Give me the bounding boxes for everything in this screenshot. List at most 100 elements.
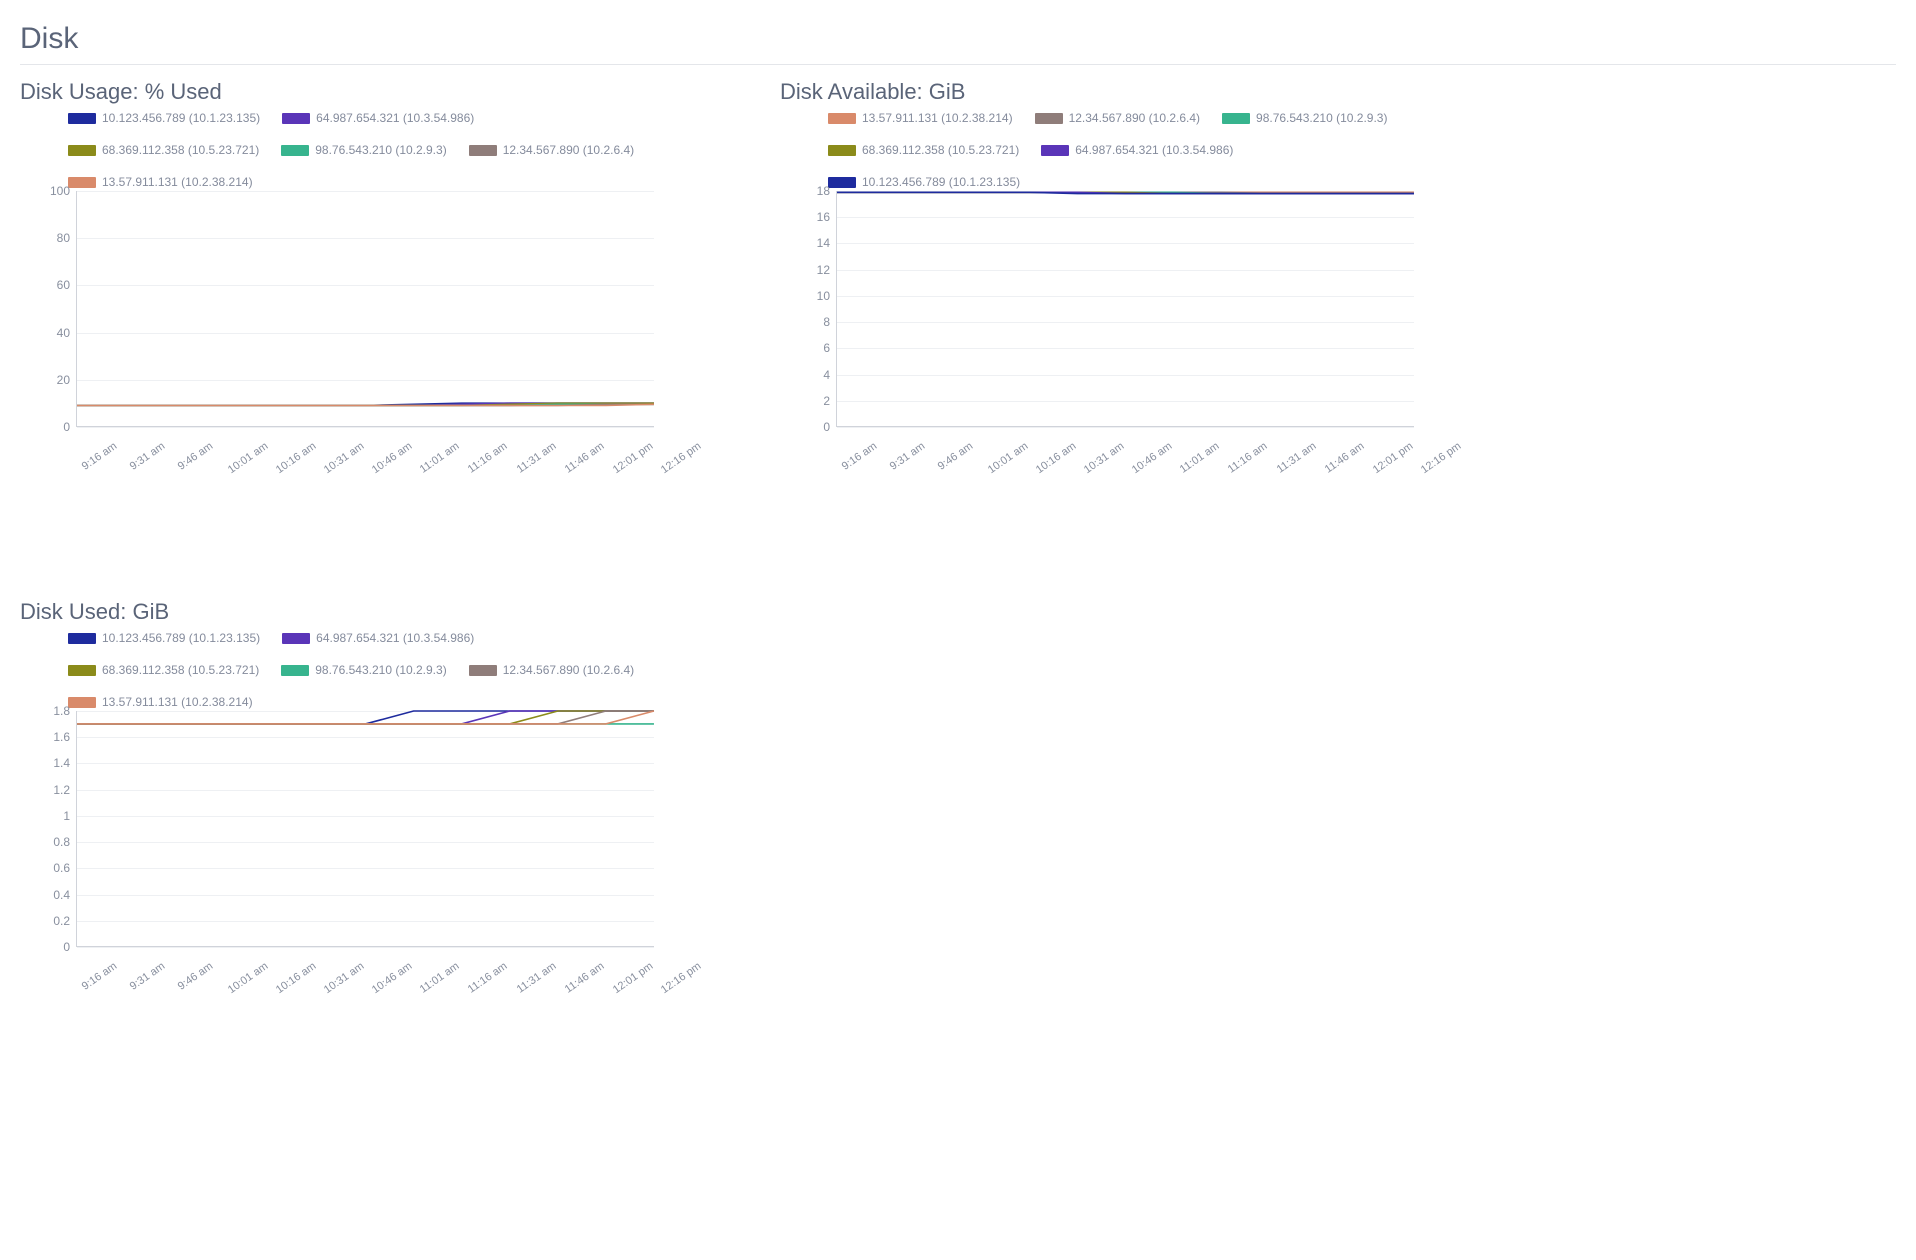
legend-swatch	[68, 633, 96, 644]
x-tick-label: 9:46 am	[176, 440, 215, 473]
x-tick-label: 10:16 am	[274, 440, 318, 476]
legend-label: 10.123.456.789 (10.1.23.135)	[102, 631, 260, 645]
legend-item[interactable]: 64.987.654.321 (10.3.54.986)	[282, 631, 474, 645]
legend-item[interactable]: 13.57.911.131 (10.2.38.214)	[68, 695, 253, 709]
x-tick-label: 12:01 pm	[611, 960, 655, 996]
legend-item[interactable]: 68.369.112.358 (10.5.23.721)	[68, 663, 259, 677]
chart-title: Disk Used: GiB	[20, 599, 660, 625]
x-tick-label: 9:31 am	[128, 960, 167, 993]
page-title: Disk	[20, 22, 1896, 56]
legend-item[interactable]: 98.76.543.210 (10.2.9.3)	[281, 143, 446, 157]
chart-legend: 10.123.456.789 (10.1.23.135) 64.987.654.3…	[68, 111, 660, 189]
plot-area[interactable]: 0204060801009:16 am9:31 am9:46 am10:01 a…	[26, 191, 660, 451]
y-tick-label: 1.8	[26, 704, 70, 718]
y-tick-label: 18	[786, 184, 830, 198]
legend-item[interactable]: 64.987.654.321 (10.3.54.986)	[282, 111, 474, 125]
y-tick-label: 10	[786, 289, 830, 303]
x-axis: 9:16 am9:31 am9:46 am10:01 am10:16 am10:…	[76, 427, 654, 451]
y-tick-label: 1.2	[26, 783, 70, 797]
x-tick-label: 10:01 am	[985, 440, 1029, 476]
legend-swatch	[281, 145, 309, 156]
series-line	[77, 711, 654, 724]
legend-label: 68.369.112.358 (10.5.23.721)	[862, 143, 1019, 157]
legend-item[interactable]: 98.76.543.210 (10.2.9.3)	[1222, 111, 1387, 125]
plot-area[interactable]: 0246810121416189:16 am9:31 am9:46 am10:0…	[786, 191, 1420, 451]
y-tick-label: 14	[786, 236, 830, 250]
y-tick-label: 2	[786, 394, 830, 408]
x-tick-label: 9:16 am	[80, 960, 119, 993]
x-tick-label: 10:46 am	[1130, 440, 1174, 476]
x-tick-label: 11:31 am	[514, 440, 558, 476]
legend-swatch	[68, 113, 96, 124]
legend-swatch	[282, 113, 310, 124]
legend-label: 13.57.911.131 (10.2.38.214)	[102, 175, 253, 189]
legend-swatch	[68, 145, 96, 156]
legend-item[interactable]: 10.123.456.789 (10.1.23.135)	[68, 111, 260, 125]
chart-legend: 13.57.911.131 (10.2.38.214) 12.34.567.890…	[828, 111, 1420, 189]
legend-item[interactable]: 12.34.567.890 (10.2.6.4)	[469, 663, 634, 677]
legend-item[interactable]: 98.76.543.210 (10.2.9.3)	[281, 663, 446, 677]
legend-label: 68.369.112.358 (10.5.23.721)	[102, 663, 259, 677]
x-tick-label: 11:01 am	[418, 960, 462, 996]
legend-swatch	[828, 177, 856, 188]
chart-legend: 10.123.456.789 (10.1.23.135) 64.987.654.3…	[68, 631, 660, 709]
y-tick-label: 0.2	[26, 914, 70, 928]
x-tick-label: 9:16 am	[80, 440, 119, 473]
legend-label: 13.57.911.131 (10.2.38.214)	[102, 695, 253, 709]
legend-swatch	[68, 665, 96, 676]
legend-item[interactable]: 12.34.567.890 (10.2.6.4)	[469, 143, 634, 157]
x-tick-label: 9:46 am	[176, 960, 215, 993]
chart-card-disk-used: Disk Used: GiB 10.123.456.789 (10.1.23.13…	[20, 599, 660, 971]
x-tick-label: 11:46 am	[562, 960, 606, 996]
legend-label: 13.57.911.131 (10.2.38.214)	[862, 111, 1013, 125]
y-tick-label: 1.4	[26, 756, 70, 770]
legend-label: 98.76.543.210 (10.2.9.3)	[315, 143, 446, 157]
x-tick-label: 10:16 am	[1034, 440, 1078, 476]
x-tick-label: 12:16 pm	[659, 960, 703, 996]
x-tick-label: 10:16 am	[274, 960, 318, 996]
legend-label: 64.987.654.321 (10.3.54.986)	[1075, 143, 1233, 157]
y-tick-label: 80	[26, 231, 70, 245]
legend-item[interactable]: 10.123.456.789 (10.1.23.135)	[68, 631, 260, 645]
x-tick-label: 11:01 am	[418, 440, 462, 476]
y-tick-label: 6	[786, 341, 830, 355]
charts-grid: Disk Usage: % Used 10.123.456.789 (10.1.2…	[20, 79, 1896, 999]
x-tick-label: 12:01 pm	[1371, 440, 1415, 476]
chart-title: Disk Usage: % Used	[20, 79, 660, 105]
x-axis: 9:16 am9:31 am9:46 am10:01 am10:16 am10:…	[76, 947, 654, 971]
x-tick-label: 9:16 am	[840, 440, 879, 473]
legend-label: 68.369.112.358 (10.5.23.721)	[102, 143, 259, 157]
legend-item[interactable]: 68.369.112.358 (10.5.23.721)	[828, 143, 1019, 157]
legend-item[interactable]: 64.987.654.321 (10.3.54.986)	[1041, 143, 1233, 157]
x-tick-label: 10:31 am	[322, 960, 366, 996]
x-tick-label: 11:31 am	[1274, 440, 1318, 476]
legend-swatch	[469, 665, 497, 676]
legend-swatch	[1035, 113, 1063, 124]
legend-label: 64.987.654.321 (10.3.54.986)	[316, 631, 474, 645]
legend-item[interactable]: 68.369.112.358 (10.5.23.721)	[68, 143, 259, 157]
legend-label: 12.34.567.890 (10.2.6.4)	[1069, 111, 1200, 125]
legend-item[interactable]: 13.57.911.131 (10.2.38.214)	[828, 111, 1013, 125]
y-tick-label: 60	[26, 278, 70, 292]
y-tick-label: 16	[786, 210, 830, 224]
legend-item[interactable]: 12.34.567.890 (10.2.6.4)	[1035, 111, 1200, 125]
legend-swatch	[828, 145, 856, 156]
x-tick-label: 10:01 am	[225, 960, 269, 996]
y-tick-label: 20	[26, 373, 70, 387]
chart-card-disk-usage-pct: Disk Usage: % Used 10.123.456.789 (10.1.2…	[20, 79, 660, 451]
legend-item[interactable]: 13.57.911.131 (10.2.38.214)	[68, 175, 253, 189]
x-tick-label: 11:46 am	[1322, 440, 1366, 476]
x-tick-label: 11:01 am	[1178, 440, 1222, 476]
y-tick-label: 4	[786, 368, 830, 382]
legend-item[interactable]: 10.123.456.789 (10.1.23.135)	[828, 175, 1020, 189]
y-tick-label: 0	[26, 940, 70, 954]
x-tick-label: 10:46 am	[370, 960, 414, 996]
x-tick-label: 11:16 am	[1226, 440, 1270, 476]
legend-swatch	[68, 697, 96, 708]
legend-label: 12.34.567.890 (10.2.6.4)	[503, 143, 634, 157]
x-tick-label: 10:31 am	[322, 440, 366, 476]
plot-area[interactable]: 00.20.40.60.811.21.41.61.89:16 am9:31 am…	[26, 711, 660, 971]
y-tick-label: 0.6	[26, 861, 70, 875]
x-tick-label: 11:16 am	[466, 440, 510, 476]
legend-label: 10.123.456.789 (10.1.23.135)	[102, 111, 260, 125]
